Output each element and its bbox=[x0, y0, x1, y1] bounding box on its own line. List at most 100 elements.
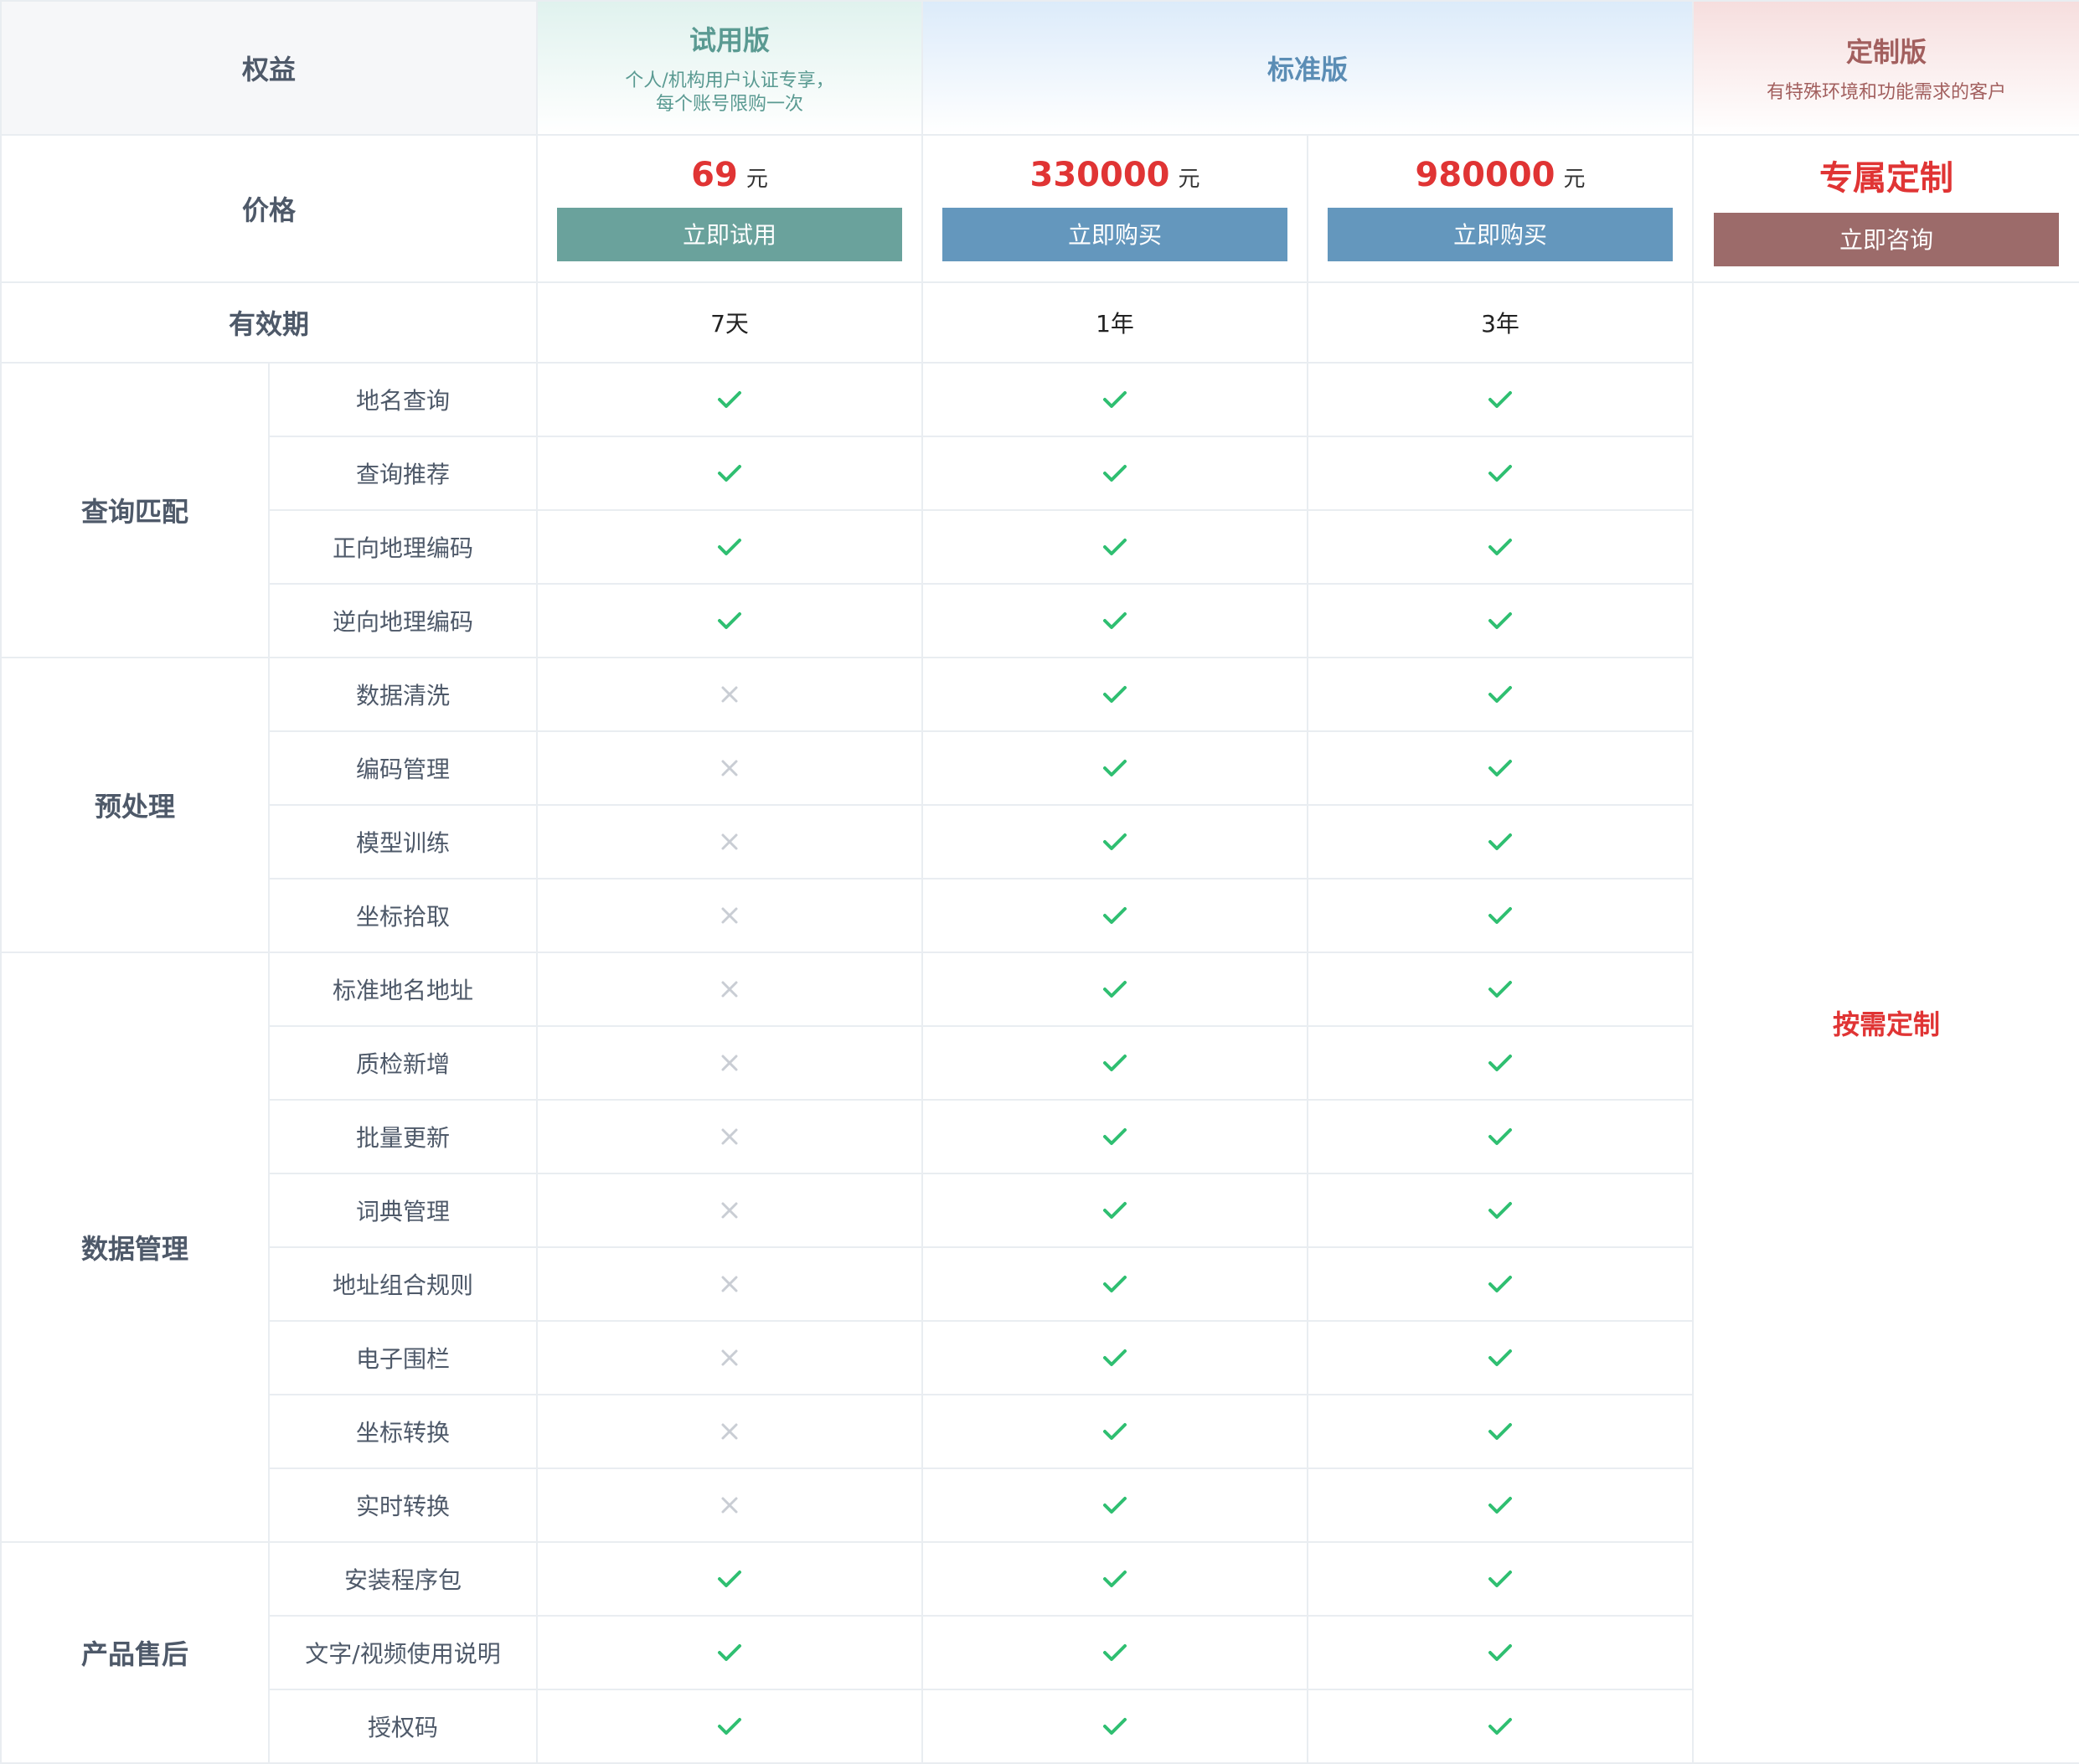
cross-icon bbox=[536, 804, 924, 879]
cross-icon bbox=[536, 1025, 924, 1101]
check-icon bbox=[536, 583, 924, 658]
price-label: 价格 bbox=[0, 134, 539, 283]
buy-now-button-3year[interactable]: 立即购买 bbox=[1328, 208, 1674, 261]
check-icon bbox=[921, 1099, 1309, 1174]
cross-icon bbox=[536, 952, 924, 1027]
validity-label: 有效期 bbox=[0, 281, 539, 364]
check-icon bbox=[921, 436, 1309, 511]
check-icon bbox=[921, 1025, 1309, 1101]
check-icon bbox=[1307, 1320, 1695, 1395]
feature-label: 坐标拾取 bbox=[267, 878, 539, 953]
check-icon bbox=[1307, 509, 1695, 585]
cross-icon bbox=[536, 1099, 924, 1174]
feature-label: 标准地名地址 bbox=[267, 952, 539, 1027]
header-row: 权益 试用版 个人/机构用户认证专享， 每个账号限购一次 标准版 定制版 有特殊… bbox=[0, 0, 2079, 136]
check-icon bbox=[536, 362, 924, 437]
check-icon bbox=[921, 952, 1309, 1027]
feature-label: 正向地理编码 bbox=[267, 509, 539, 585]
check-icon bbox=[1307, 1025, 1695, 1101]
validity-row: 有效期 7天 1年 3年 按需定制 bbox=[0, 281, 2079, 1764]
check-icon bbox=[921, 1689, 1309, 1764]
standard-2-price-unit: 元 bbox=[1563, 167, 1586, 192]
trial-header: 试用版 个人/机构用户认证专享， 每个账号限购一次 bbox=[536, 0, 924, 136]
cross-icon bbox=[536, 1394, 924, 1469]
consult-now-button[interactable]: 立即咨询 bbox=[1714, 213, 2060, 266]
check-icon bbox=[1307, 1394, 1695, 1469]
check-icon bbox=[921, 1320, 1309, 1395]
check-icon bbox=[921, 583, 1309, 658]
check-icon bbox=[921, 878, 1309, 953]
custom-note: 按需定制 bbox=[1692, 281, 2079, 1764]
feature-label: 编码管理 bbox=[267, 730, 539, 806]
feature-label: 实时转换 bbox=[267, 1467, 539, 1543]
feature-label: 数据清洗 bbox=[267, 657, 539, 732]
feature-label: 授权码 bbox=[267, 1689, 539, 1764]
check-icon bbox=[1307, 1246, 1695, 1322]
feature-label: 批量更新 bbox=[267, 1099, 539, 1174]
check-icon bbox=[536, 436, 924, 511]
check-icon bbox=[921, 1173, 1309, 1248]
pricing-page: 权益 试用版 个人/机构用户认证专享， 每个账号限购一次 标准版 定制版 有特殊… bbox=[0, 0, 2079, 1764]
feature-label: 模型训练 bbox=[267, 804, 539, 879]
try-now-button[interactable]: 立即试用 bbox=[557, 208, 903, 261]
buy-now-button-1year[interactable]: 立即购买 bbox=[942, 208, 1288, 261]
standard-1-price-unit: 元 bbox=[1178, 167, 1200, 192]
feature-label: 逆向地理编码 bbox=[267, 583, 539, 658]
check-icon bbox=[921, 509, 1309, 585]
rights-header: 权益 bbox=[0, 0, 539, 136]
cross-icon bbox=[536, 730, 924, 806]
custom-tier-name: 定制版 bbox=[1846, 36, 1927, 68]
category-label: 查询匹配 bbox=[0, 362, 270, 658]
standard-2-price-cell: 980000 元 立即购买 bbox=[1307, 134, 1695, 283]
feature-label: 质检新增 bbox=[267, 1025, 539, 1101]
pricing-table: 权益 试用版 个人/机构用户认证专享， 每个账号限购一次 标准版 定制版 有特殊… bbox=[0, 0, 2079, 1764]
standard-2-price-amount: 980000 bbox=[1415, 156, 1555, 194]
check-icon bbox=[1307, 657, 1695, 732]
check-icon bbox=[536, 1615, 924, 1690]
feature-label: 坐标转换 bbox=[267, 1394, 539, 1469]
standard-1-price-cell: 330000 元 立即购买 bbox=[921, 134, 1309, 283]
check-icon bbox=[536, 1541, 924, 1617]
check-icon bbox=[921, 1246, 1309, 1322]
check-icon bbox=[1307, 952, 1695, 1027]
standard-1-price-amount: 330000 bbox=[1029, 156, 1170, 194]
standard-2-validity: 3年 bbox=[1307, 281, 1695, 364]
feature-label: 安装程序包 bbox=[267, 1541, 539, 1617]
trial-price-unit: 元 bbox=[745, 167, 768, 192]
check-icon bbox=[921, 730, 1309, 806]
custom-header: 定制版 有特殊环境和功能需求的客户 bbox=[1692, 0, 2079, 136]
check-icon bbox=[1307, 583, 1695, 658]
price-row: 价格 69 元 立即试用 330000 元 立即购买 980000 元 立即购买 专属… bbox=[0, 134, 2079, 283]
cross-icon bbox=[536, 1246, 924, 1322]
check-icon bbox=[1307, 436, 1695, 511]
category-label: 预处理 bbox=[0, 657, 270, 953]
cross-icon bbox=[536, 1320, 924, 1395]
check-icon bbox=[921, 1394, 1309, 1469]
trial-price-cell: 69 元 立即试用 bbox=[536, 134, 924, 283]
feature-label: 词典管理 bbox=[267, 1173, 539, 1248]
check-icon bbox=[1307, 1541, 1695, 1617]
standard-1-price: 330000 元 bbox=[923, 156, 1307, 194]
feature-label: 地址组合规则 bbox=[267, 1246, 539, 1322]
cross-icon bbox=[536, 1467, 924, 1543]
cross-icon bbox=[536, 878, 924, 953]
check-icon bbox=[536, 509, 924, 585]
custom-price-cell: 专属定制 立即咨询 bbox=[1692, 134, 2079, 283]
standard-2-price: 980000 元 bbox=[1308, 156, 1692, 194]
trial-tier-name: 试用版 bbox=[689, 24, 771, 56]
feature-label: 地名查询 bbox=[267, 362, 539, 437]
cross-icon bbox=[536, 657, 924, 732]
check-icon bbox=[1307, 730, 1695, 806]
trial-validity: 7天 bbox=[536, 281, 924, 364]
check-icon bbox=[1307, 878, 1695, 953]
check-icon bbox=[921, 1615, 1309, 1690]
check-icon bbox=[921, 1467, 1309, 1543]
feature-label: 查询推荐 bbox=[267, 436, 539, 511]
standard-1-validity: 1年 bbox=[921, 281, 1309, 364]
category-label: 数据管理 bbox=[0, 952, 270, 1543]
check-icon bbox=[536, 1689, 924, 1764]
trial-tier-desc: 个人/机构用户认证专享， 每个账号限购一次 bbox=[625, 70, 834, 115]
check-icon bbox=[921, 362, 1309, 437]
category-label: 产品售后 bbox=[0, 1541, 270, 1764]
check-icon bbox=[1307, 362, 1695, 437]
